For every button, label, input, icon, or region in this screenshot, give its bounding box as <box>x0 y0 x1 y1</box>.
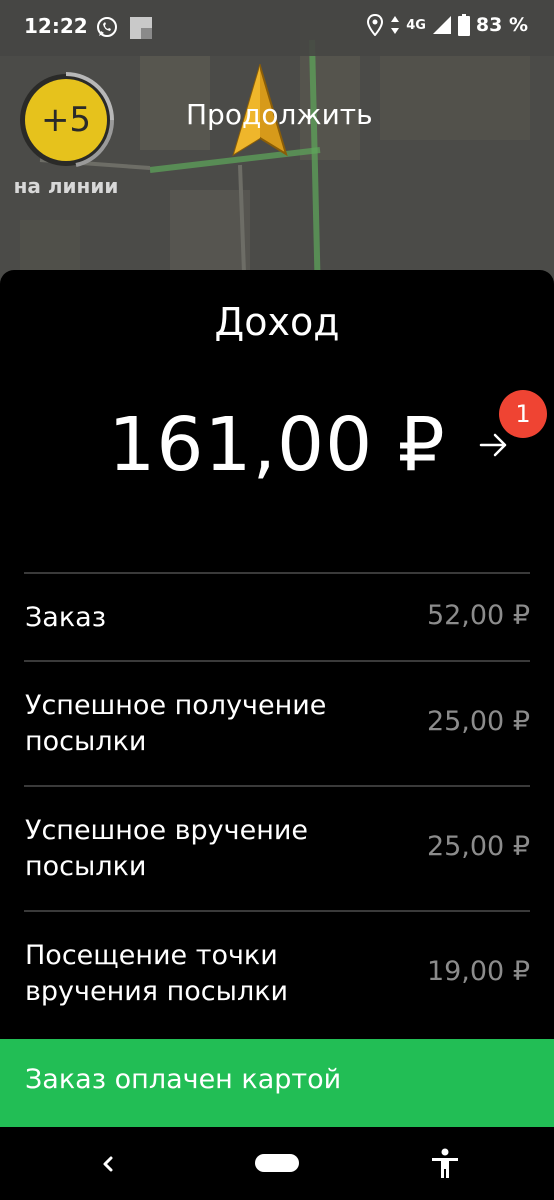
item-value-pickup: 25,00 ₽ <box>426 706 530 737</box>
screen: 12:22 4G 83 % +5 на линии Продолжить Дох… <box>0 0 554 1200</box>
back-icon[interactable] <box>96 1150 120 1178</box>
arrow-right-icon[interactable] <box>476 428 510 462</box>
income-title: Доход <box>214 300 340 344</box>
activity-label: на линии <box>13 174 119 198</box>
divider <box>24 910 530 912</box>
item-label-delivery: Успешное вручение посылки <box>25 815 309 882</box>
network-type: 4G <box>406 17 426 33</box>
accessibility-icon[interactable] <box>430 1148 460 1180</box>
battery-level: 83 % <box>475 14 528 36</box>
signal-icon <box>432 16 451 34</box>
income-total: 161,00 ₽ <box>108 402 446 488</box>
home-icon[interactable] <box>255 1154 299 1172</box>
status-time: 12:22 <box>24 14 88 38</box>
divider <box>24 660 530 662</box>
item-label-order: Заказ <box>25 602 107 633</box>
item-label-visit: Посещение точки вручения посылки <box>25 940 289 1007</box>
location-icon <box>367 14 384 36</box>
whatsapp-icon <box>97 17 117 37</box>
payment-status-label: Заказ оплачен картой <box>25 1064 342 1095</box>
continue-button[interactable]: Продолжить <box>186 98 373 131</box>
app-icon <box>130 17 152 39</box>
item-value-order: 52,00 ₽ <box>426 600 530 631</box>
notification-badge: 1 <box>499 390 547 438</box>
status-indicators: 4G 83 % <box>366 14 528 36</box>
income-sheet <box>0 270 554 1040</box>
status-bar: 12:22 4G 83 % <box>0 0 554 56</box>
item-value-visit: 19,00 ₽ <box>426 956 530 987</box>
item-label-pickup: Успешное получение посылки <box>25 690 327 757</box>
item-value-delivery: 25,00 ₽ <box>426 831 530 862</box>
divider <box>24 785 530 787</box>
activity-value: +5 <box>40 100 92 140</box>
battery-icon <box>457 14 470 36</box>
data-arrows-icon <box>391 16 400 34</box>
divider <box>24 572 530 574</box>
